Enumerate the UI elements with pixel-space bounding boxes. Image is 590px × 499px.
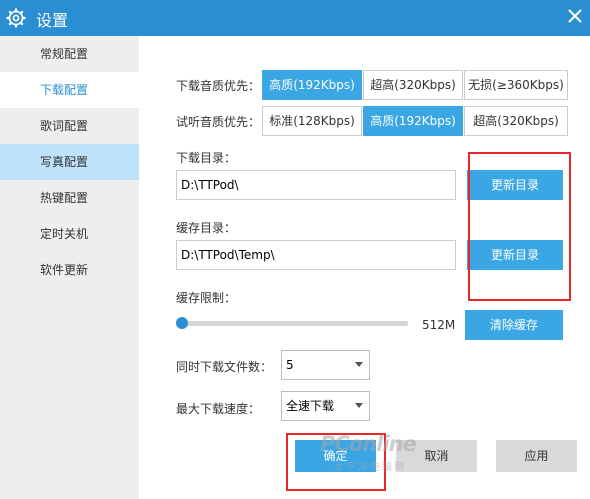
gear-icon <box>6 8 26 28</box>
sidebar-item-shutdown-timer[interactable]: 定时关机 <box>0 216 139 252</box>
close-icon[interactable] <box>566 7 584 25</box>
concurrent-downloads-label: 同时下载文件数： <box>176 360 273 374</box>
download-quality-option-ultra[interactable]: 超高(320Kbps) <box>363 70 463 100</box>
sidebar-item-label: 热键配置 <box>40 191 89 205</box>
window-title: 设置 <box>36 11 69 30</box>
sidebar-item-label: 常规配置 <box>40 47 89 61</box>
sidebar-item-general[interactable]: 常规配置 <box>0 36 139 72</box>
listen-quality-label: 试听音质优先： <box>176 115 261 129</box>
highlight-box <box>468 152 571 301</box>
sidebar-item-portrait[interactable]: 写真配置 <box>0 144 139 180</box>
cache-limit-label: 缓存限制： <box>176 291 237 305</box>
apply-button[interactable]: 应用 <box>496 440 577 472</box>
download-quality-label: 下载音质优先： <box>176 79 261 93</box>
max-speed-select[interactable]: 全速下载 <box>281 391 370 421</box>
sidebar-item-download[interactable]: 下载配置 <box>0 72 139 108</box>
download-dir-input[interactable]: D:\TTPod\ <box>176 170 456 200</box>
sidebar-item-label: 歌词配置 <box>40 119 89 133</box>
concurrent-downloads-select[interactable]: 5 <box>281 350 370 380</box>
sidebar-item-update[interactable]: 软件更新 <box>0 252 139 288</box>
watermark-sub: 太平洋电脑网 <box>334 462 406 473</box>
chevron-down-icon <box>355 403 363 408</box>
watermark-brand: PConline <box>320 432 417 456</box>
sidebar-item-lyrics[interactable]: 歌词配置 <box>0 108 139 144</box>
sidebar-item-hotkeys[interactable]: 热键配置 <box>0 180 139 216</box>
download-settings-panel: 下载音质优先： 高质(192Kbps) 超高(320Kbps) 无损(≥360K… <box>139 36 590 499</box>
cache-limit-slider-track[interactable] <box>182 321 408 326</box>
clear-cache-button[interactable]: 清除缓存 <box>465 310 563 340</box>
sidebar-item-label: 下载配置 <box>40 83 89 97</box>
watermark-logo: PConline 太平洋电脑网 <box>320 432 450 473</box>
sidebar: 常规配置 下载配置 歌词配置 写真配置 热键配置 定时关机 软件更新 <box>0 36 139 499</box>
download-quality-option-lossless[interactable]: 无损(≥360Kbps) <box>464 70 568 100</box>
max-speed-value: 全速下载 <box>286 399 335 413</box>
cache-dir-label: 缓存目录： <box>176 221 237 235</box>
cache-limit-slider-thumb[interactable] <box>176 317 188 329</box>
cache-limit-value: 512M <box>422 318 456 332</box>
title-bar: 设置 <box>0 0 590 36</box>
concurrent-downloads-value: 5 <box>286 358 294 372</box>
listen-quality-option-ultra[interactable]: 超高(320Kbps) <box>464 106 568 136</box>
max-speed-label: 最大下载速度： <box>176 402 261 416</box>
chevron-down-icon <box>355 362 363 367</box>
listen-quality-option-high[interactable]: 高质(192Kbps) <box>363 106 463 136</box>
sidebar-item-label: 定时关机 <box>40 227 89 241</box>
sidebar-item-label: 写真配置 <box>40 155 89 169</box>
listen-quality-option-standard[interactable]: 标准(128Kbps) <box>262 106 362 136</box>
download-dir-label: 下载目录： <box>176 151 237 165</box>
sidebar-item-label: 软件更新 <box>40 263 89 277</box>
cache-dir-input[interactable]: D:\TTPod\Temp\ <box>176 240 456 270</box>
download-quality-option-high[interactable]: 高质(192Kbps) <box>262 70 362 100</box>
